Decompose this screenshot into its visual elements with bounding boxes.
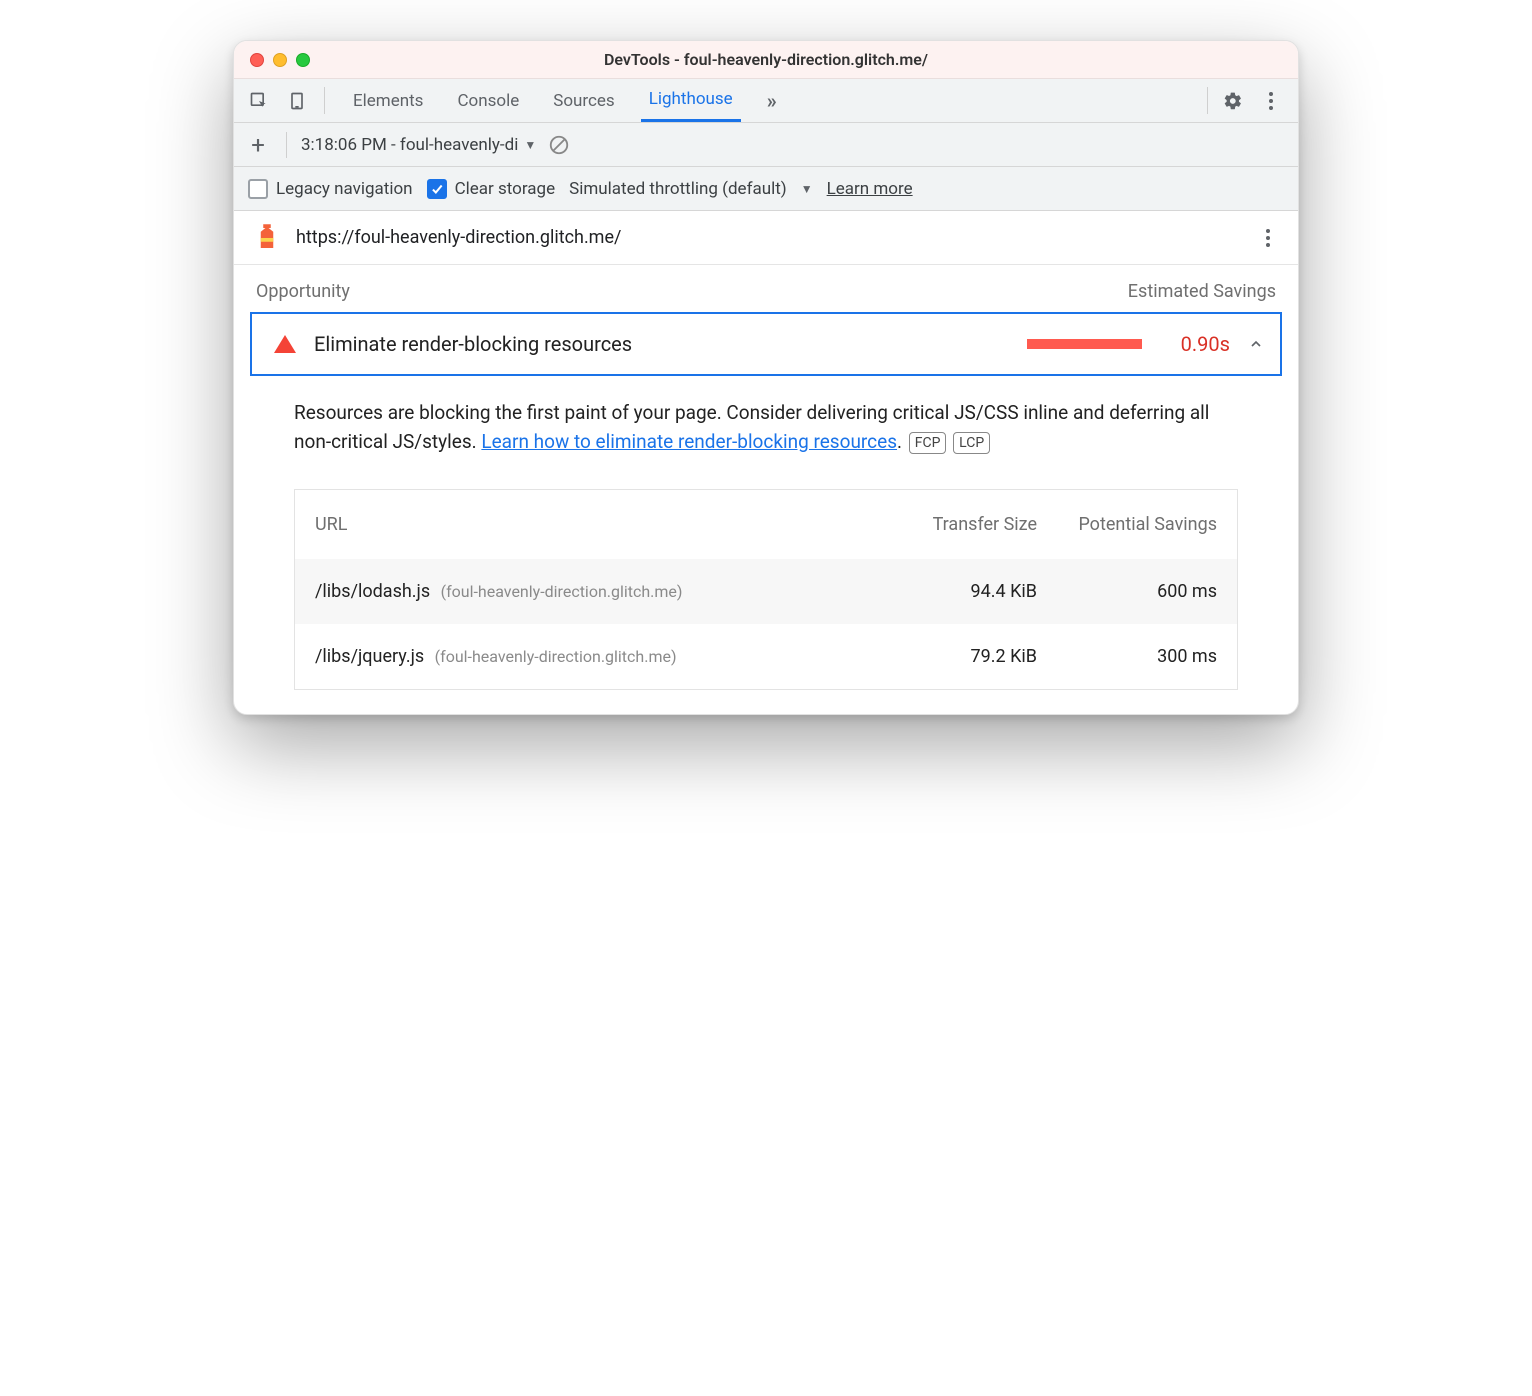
table-header-row: URL Transfer Size Potential Savings bbox=[295, 490, 1237, 559]
titlebar: DevTools - foul-heavenly-direction.glitc… bbox=[234, 41, 1298, 79]
tab-lighthouse[interactable]: Lighthouse bbox=[641, 79, 741, 122]
chevron-down-icon: ▼ bbox=[524, 138, 536, 152]
more-menu-icon[interactable] bbox=[1256, 92, 1286, 110]
toolbar-divider bbox=[1207, 87, 1208, 114]
main-tabs-bar: Elements Console Sources Lighthouse » bbox=[234, 79, 1298, 123]
description-text-after: . bbox=[897, 430, 902, 453]
new-report-button[interactable]: + bbox=[244, 133, 272, 157]
clear-all-icon[interactable] bbox=[548, 134, 570, 156]
savings-bar bbox=[1027, 339, 1142, 349]
cell-transfer-size: 94.4 KiB bbox=[887, 581, 1037, 602]
cell-url[interactable]: /libs/lodash.js (foul-heavenly-direction… bbox=[315, 581, 887, 602]
opportunity-title: Eliminate render-blocking resources bbox=[314, 332, 1009, 356]
tab-console[interactable]: Console bbox=[449, 79, 527, 122]
lighthouse-options-bar: Legacy navigation Clear storage Simulate… bbox=[234, 167, 1298, 211]
cell-url[interactable]: /libs/jquery.js (foul-heavenly-direction… bbox=[315, 646, 887, 667]
report-url-row: https://foul-heavenly-direction.glitch.m… bbox=[234, 211, 1298, 265]
opportunity-column-label: Opportunity bbox=[256, 281, 350, 302]
device-toolbar-icon[interactable] bbox=[280, 79, 314, 122]
resource-path: /libs/jquery.js bbox=[315, 646, 424, 667]
description-learn-link[interactable]: Learn how to eliminate render-blocking r… bbox=[481, 430, 897, 453]
devtools-window: DevTools - foul-heavenly-direction.glitc… bbox=[233, 40, 1299, 715]
metric-tag-lcp: LCP bbox=[953, 432, 990, 454]
resource-path: /libs/lodash.js bbox=[315, 581, 430, 602]
toolbar-divider bbox=[324, 87, 325, 114]
legacy-navigation-checkbox[interactable] bbox=[248, 179, 268, 199]
opportunity-description: Resources are blocking the first paint o… bbox=[234, 388, 1298, 475]
savings-column-label: Estimated Savings bbox=[1128, 281, 1276, 302]
clear-storage-label: Clear storage bbox=[455, 179, 556, 199]
legacy-navigation-option[interactable]: Legacy navigation bbox=[248, 179, 413, 199]
col-transfer-size: Transfer Size bbox=[887, 512, 1037, 537]
tab-sources[interactable]: Sources bbox=[545, 79, 622, 122]
legacy-navigation-label: Legacy navigation bbox=[276, 179, 413, 199]
lighthouse-logo-icon bbox=[252, 223, 282, 253]
resource-host: (foul-heavenly-direction.glitch.me) bbox=[435, 647, 677, 666]
cell-potential-savings: 300 ms bbox=[1037, 646, 1217, 667]
opportunity-item[interactable]: Eliminate render-blocking resources 0.90… bbox=[250, 312, 1282, 376]
resources-table: URL Transfer Size Potential Savings /lib… bbox=[294, 489, 1238, 690]
tabs-overflow-button[interactable]: » bbox=[759, 79, 785, 122]
panel-tabs: Elements Console Sources Lighthouse » bbox=[335, 79, 1197, 122]
clear-storage-checkbox[interactable] bbox=[427, 179, 447, 199]
window-title: DevTools - foul-heavenly-direction.glitc… bbox=[234, 50, 1298, 69]
clear-storage-option[interactable]: Clear storage bbox=[427, 179, 556, 199]
table-row: /libs/jquery.js (foul-heavenly-direction… bbox=[295, 624, 1237, 689]
report-selector[interactable]: 3:18:06 PM - foul-heavenly-di ▼ bbox=[301, 135, 536, 155]
report-options-menu-icon[interactable] bbox=[1256, 229, 1280, 247]
metric-tag-fcp: FCP bbox=[909, 432, 947, 454]
report-url: https://foul-heavenly-direction.glitch.m… bbox=[296, 227, 1242, 248]
chevron-down-icon[interactable]: ▼ bbox=[801, 182, 813, 196]
throttling-selector[interactable]: Simulated throttling (default) bbox=[569, 179, 787, 199]
learn-more-link[interactable]: Learn more bbox=[827, 179, 913, 199]
tab-elements[interactable]: Elements bbox=[345, 79, 431, 122]
lighthouse-subtoolbar: + 3:18:06 PM - foul-heavenly-di ▼ bbox=[234, 123, 1298, 167]
table-row: /libs/lodash.js (foul-heavenly-direction… bbox=[295, 559, 1237, 624]
chevron-up-icon[interactable] bbox=[1248, 336, 1264, 352]
cell-transfer-size: 79.2 KiB bbox=[887, 646, 1037, 667]
report-selector-label: 3:18:06 PM - foul-heavenly-di bbox=[301, 135, 518, 155]
inspect-element-icon[interactable] bbox=[242, 79, 276, 122]
fail-triangle-icon bbox=[274, 335, 296, 353]
toolbar-divider bbox=[286, 132, 287, 158]
cell-potential-savings: 600 ms bbox=[1037, 581, 1217, 602]
settings-gear-icon[interactable] bbox=[1218, 91, 1248, 111]
col-url: URL bbox=[315, 512, 887, 537]
resource-host: (foul-heavenly-direction.glitch.me) bbox=[441, 582, 683, 601]
throttling-label: Simulated throttling (default) bbox=[569, 179, 787, 199]
col-potential-savings: Potential Savings bbox=[1037, 512, 1217, 537]
toolbar-right-icons bbox=[1218, 79, 1290, 122]
opportunity-savings-value: 0.90s bbox=[1160, 332, 1230, 356]
opportunities-section-header: Opportunity Estimated Savings bbox=[234, 265, 1298, 312]
